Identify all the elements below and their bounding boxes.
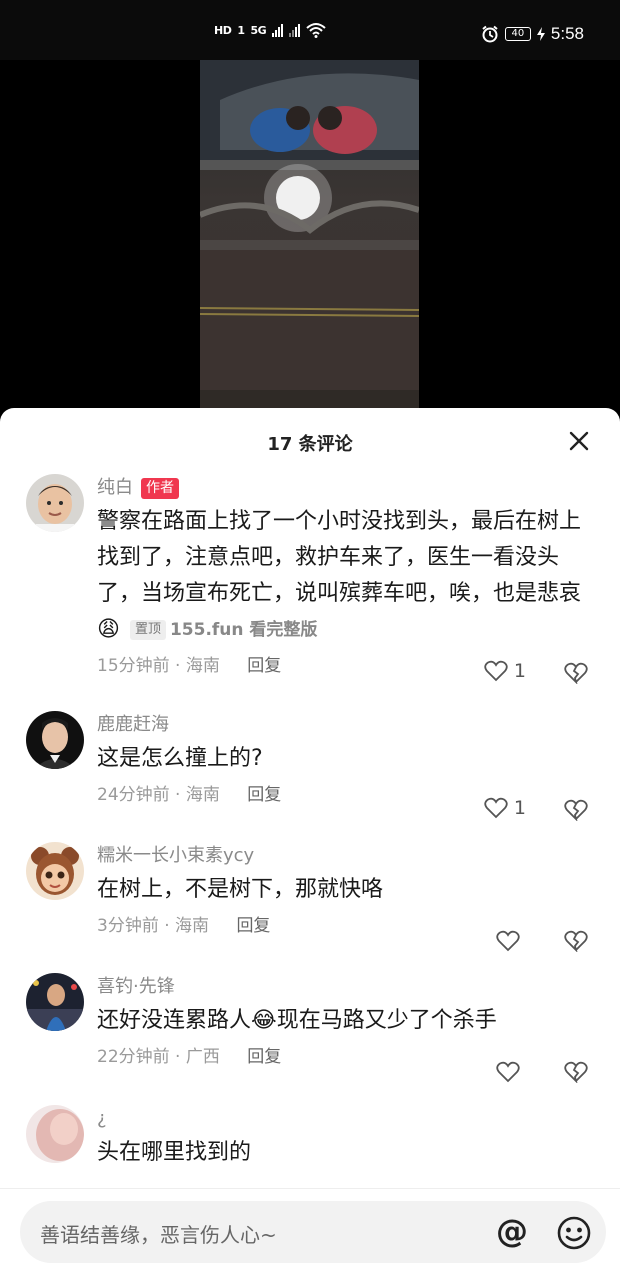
comment-time-location: 22分钟前 · 广西 xyxy=(97,1047,220,1067)
comment-text: 还好没连累路人😂现在马路又少了个杀手 xyxy=(97,1008,497,1033)
username-text[interactable]: 糯米一长小束素ycy xyxy=(97,844,254,868)
reply-button[interactable]: 回复 xyxy=(247,785,281,805)
broken-heart-icon[interactable] xyxy=(564,930,588,952)
comment-time-location: 3分钟前 · 海南 xyxy=(97,916,210,936)
smiley-icon[interactable] xyxy=(556,1215,592,1251)
comment-text: 头在哪里找到的 xyxy=(97,1140,252,1165)
comment-text: 警察在路面上找了一个小时没找到头，最后在树上找到了，注意点吧，救护车来了，医生一… xyxy=(97,504,587,648)
comment-time-location: 24分钟前 · 海南 xyxy=(97,785,220,805)
comment-time-location: 15分钟前 · 海南 xyxy=(97,656,220,676)
like-button[interactable]: 1 xyxy=(484,797,526,819)
comment-username[interactable]: 糯米一长小束素ycy xyxy=(97,844,587,868)
avatar[interactable] xyxy=(26,1105,84,1163)
avatar[interactable] xyxy=(26,711,84,769)
comment-input-placeholder[interactable]: 善语结善缘，恶言伤人心~ xyxy=(40,1219,277,1248)
watermark: 155.fun 看完整版 xyxy=(169,620,318,640)
charging-icon xyxy=(536,27,545,41)
network-indicators: HD 1 5G xyxy=(214,22,326,38)
clock: 5:58 xyxy=(550,24,584,43)
username-text[interactable]: 鹿鹿赶海 xyxy=(97,713,169,737)
broken-heart-icon[interactable] xyxy=(564,799,588,821)
comment-input-bar: 善语结善缘，恶言伤人心~ @ xyxy=(0,1188,620,1281)
broken-heart-icon[interactable] xyxy=(564,662,588,684)
like-count: 1 xyxy=(513,797,526,819)
heart-icon xyxy=(484,797,508,819)
reply-button[interactable]: 回复 xyxy=(236,916,270,936)
sim-label: 1 xyxy=(237,23,245,37)
username-text[interactable]: 喜钓·先锋 xyxy=(97,975,175,999)
comment-username[interactable]: 鹿鹿赶海 xyxy=(97,713,587,737)
video-player[interactable] xyxy=(0,60,620,410)
reply-button[interactable]: 回复 xyxy=(247,656,281,676)
broken-heart-icon[interactable] xyxy=(564,1061,588,1083)
like-button[interactable]: 1 xyxy=(484,660,526,682)
username-text[interactable]: 纯白 xyxy=(97,476,133,500)
username-text[interactable]: ¿ xyxy=(97,1107,107,1131)
comment-username[interactable]: 喜钓·先锋 xyxy=(97,975,587,999)
heart-icon xyxy=(496,1061,520,1083)
heart-icon xyxy=(484,660,508,682)
signal-icon-2 xyxy=(289,23,301,37)
net-label: 5G xyxy=(250,23,267,37)
close-icon[interactable] xyxy=(568,430,590,452)
wifi-icon xyxy=(306,23,326,38)
comment-count-title: 17 条评论 xyxy=(267,434,353,455)
avatar[interactable] xyxy=(26,842,84,900)
battery-icon: 40 xyxy=(504,27,531,41)
like-count: 1 xyxy=(513,660,526,682)
like-button[interactable] xyxy=(496,930,526,952)
avatar[interactable] xyxy=(26,474,84,532)
comment-username[interactable]: 纯白 作者 xyxy=(97,476,587,500)
comment-text: 在树上，不是树下，那就快咯 xyxy=(97,877,384,902)
comment-username[interactable]: ¿ xyxy=(97,1107,587,1131)
alarm-icon xyxy=(482,25,498,43)
reply-button[interactable]: 回复 xyxy=(247,1047,281,1067)
heart-icon xyxy=(496,930,520,952)
avatar[interactable] xyxy=(26,973,84,1031)
comment-text: 这是怎么撞上的? xyxy=(97,746,263,771)
like-button[interactable] xyxy=(496,1061,526,1083)
status-bar: HD 1 5G 40 5:58 xyxy=(0,0,620,60)
signal-icon xyxy=(272,23,284,37)
video-thumbnail xyxy=(200,60,419,410)
comment-sheet: 17 条评论 纯白 作者 警察在路面上找了一个小时没找到头，最后在树上找到了，注… xyxy=(0,408,620,1280)
mention-button[interactable]: @ xyxy=(496,1213,528,1249)
pinned-badge: 置顶 xyxy=(129,620,166,640)
comment-input[interactable]: 善语结善缘，恶言伤人心~ @ xyxy=(20,1201,606,1263)
status-right: 40 5:58 xyxy=(481,24,584,44)
hd-label: HD xyxy=(214,23,232,37)
author-badge: 作者 xyxy=(141,477,179,499)
video-frame[interactable] xyxy=(200,60,419,410)
